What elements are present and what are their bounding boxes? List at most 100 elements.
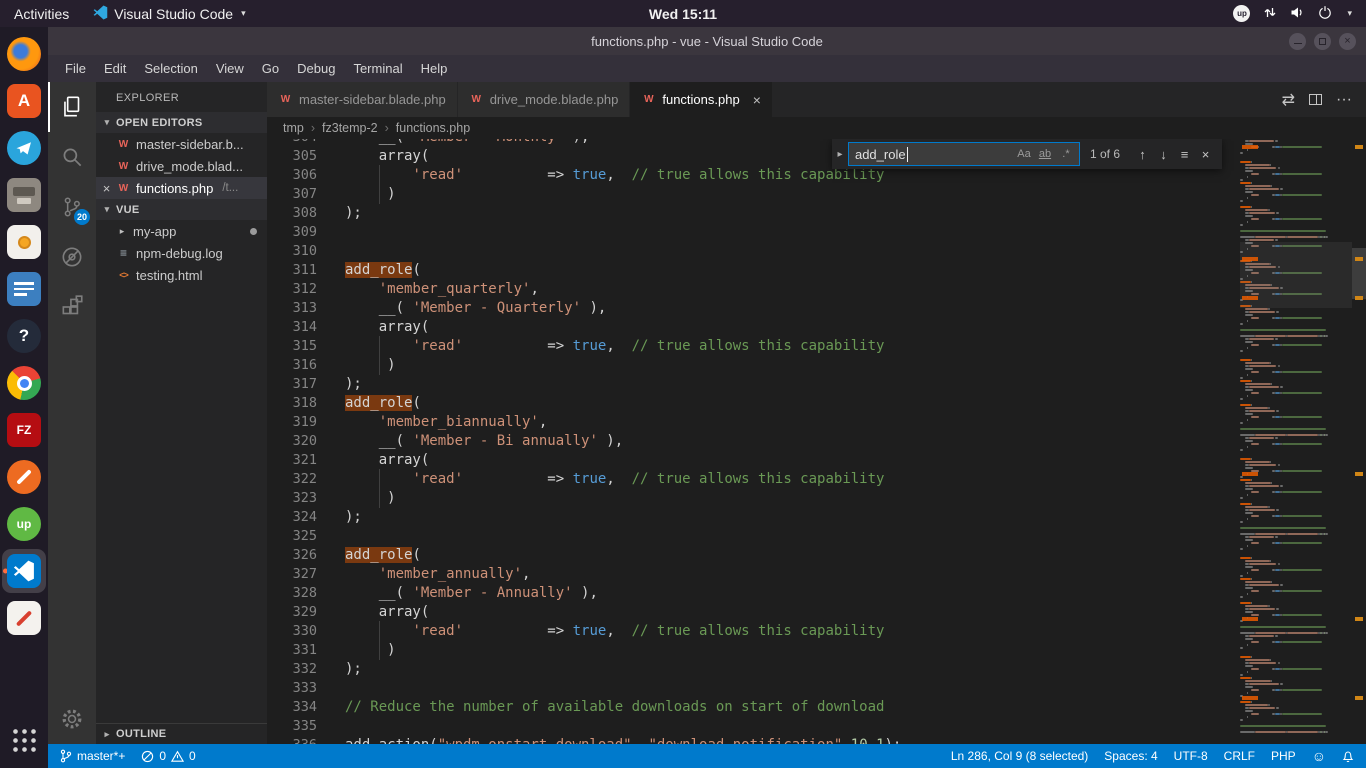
menu-file[interactable]: File: [56, 57, 95, 80]
app-menu-button[interactable]: Visual Studio Code ▾: [83, 0, 255, 27]
dock-filezilla[interactable]: FZ: [2, 408, 46, 452]
dock-camera[interactable]: [2, 220, 46, 264]
code-line[interactable]: 316 ): [267, 355, 1236, 374]
code-line[interactable]: 317);: [267, 374, 1236, 393]
close-icon[interactable]: ×: [99, 181, 114, 196]
menu-selection[interactable]: Selection: [135, 57, 206, 80]
code-line[interactable]: 327 'member_annually',: [267, 564, 1236, 583]
menu-help[interactable]: Help: [412, 57, 457, 80]
code-line[interactable]: 325: [267, 526, 1236, 545]
dock-annotator[interactable]: [2, 596, 46, 640]
dock-printer[interactable]: [2, 173, 46, 217]
tab-drive_mode.blade.php[interactable]: Wdrive_mode.blade.php: [458, 82, 631, 117]
problems-status[interactable]: 0 0: [133, 744, 203, 768]
indentation[interactable]: Spaces: 4: [1096, 744, 1165, 768]
menu-terminal[interactable]: Terminal: [344, 57, 411, 80]
notifications-bell-icon[interactable]: [1334, 744, 1362, 768]
find-input[interactable]: add_role Aa ab .*: [848, 142, 1080, 166]
tray-chevron-icon[interactable]: ▾: [1347, 8, 1352, 19]
menu-view[interactable]: View: [207, 57, 253, 80]
eol[interactable]: CRLF: [1216, 744, 1263, 768]
code-line[interactable]: 329 array(: [267, 602, 1236, 621]
activities-button[interactable]: Activities: [0, 0, 83, 27]
menu-edit[interactable]: Edit: [95, 57, 135, 80]
next-match-button[interactable]: ↓: [1153, 143, 1174, 165]
volume-icon[interactable]: [1290, 6, 1305, 22]
code-line[interactable]: 320 __( 'Member - Bi annually' ),: [267, 431, 1236, 450]
code-line[interactable]: 309: [267, 222, 1236, 241]
dock-upwork[interactable]: up: [2, 502, 46, 546]
power-icon[interactable]: [1318, 5, 1332, 22]
code-line[interactable]: 314 array(: [267, 317, 1236, 336]
menu-go[interactable]: Go: [253, 57, 288, 80]
find-in-selection-button[interactable]: ≡: [1174, 143, 1195, 165]
scrollbar-thumb[interactable]: [1352, 248, 1366, 299]
tree-item-npm-debug.log[interactable]: ≡npm-debug.log: [96, 242, 267, 264]
code-line[interactable]: 307 ): [267, 184, 1236, 203]
code-line[interactable]: 330 'read' => true, // true allows this …: [267, 621, 1236, 640]
network-icon[interactable]: [1263, 6, 1277, 22]
maximize-button[interactable]: [1314, 33, 1331, 50]
outline-section-header[interactable]: ▸ OUTLINE: [96, 723, 267, 744]
close-tab-icon[interactable]: ×: [753, 92, 761, 108]
source-control-activity-icon[interactable]: 20: [48, 182, 96, 232]
minimize-button[interactable]: [1289, 33, 1306, 50]
menu-debug[interactable]: Debug: [288, 57, 344, 80]
code-line[interactable]: 332);: [267, 659, 1236, 678]
code-line[interactable]: 335: [267, 716, 1236, 735]
folder-section-header[interactable]: ▾ VUE: [96, 199, 267, 220]
feedback-smiley-icon[interactable]: ☺: [1304, 744, 1334, 768]
code-line[interactable]: 321 array(: [267, 450, 1236, 469]
code-line[interactable]: 333: [267, 678, 1236, 697]
code-line[interactable]: 311add_role(: [267, 260, 1236, 279]
code-line[interactable]: 324);: [267, 507, 1236, 526]
code-line[interactable]: 318add_role(: [267, 393, 1236, 412]
dock-tools[interactable]: [2, 455, 46, 499]
toggle-replace-icon[interactable]: ▸: [832, 149, 848, 160]
match-case-toggle[interactable]: Aa: [1014, 144, 1034, 164]
close-find-button[interactable]: ×: [1195, 143, 1216, 165]
whole-word-toggle[interactable]: ab: [1035, 144, 1055, 164]
open-editors-header[interactable]: ▾ OPEN EDITORS: [96, 112, 267, 133]
explorer-activity-icon[interactable]: [48, 82, 96, 132]
git-branch-status[interactable]: master*+: [52, 744, 133, 768]
tree-item-my-app[interactable]: ▸my-app: [96, 220, 267, 242]
dock-help[interactable]: ?: [2, 314, 46, 358]
breadcrumb-item[interactable]: functions.php: [396, 121, 470, 135]
split-editor-icon[interactable]: [1309, 94, 1322, 105]
regex-toggle[interactable]: .*: [1056, 144, 1076, 164]
search-activity-icon[interactable]: [48, 132, 96, 182]
upwork-tray-icon[interactable]: up: [1233, 5, 1250, 22]
code-line[interactable]: 322 'read' => true, // true allows this …: [267, 469, 1236, 488]
code-line[interactable]: 319 'member_biannually',: [267, 412, 1236, 431]
cursor-position[interactable]: Ln 286, Col 9 (8 selected): [943, 744, 1096, 768]
code-line[interactable]: 331 ): [267, 640, 1236, 659]
open-editor-item[interactable]: ×Wfunctions.php/t...: [96, 177, 267, 199]
manage-gear-icon[interactable]: [48, 694, 96, 744]
dock-show-apps[interactable]: [2, 718, 46, 762]
encoding[interactable]: UTF-8: [1166, 744, 1216, 768]
open-changes-icon[interactable]: ⇄: [1282, 90, 1295, 110]
code-line[interactable]: 328 __( 'Member - Annually' ),: [267, 583, 1236, 602]
editor-content[interactable]: 304 __( 'Member - Monthly' ),305 array(3…: [267, 139, 1366, 744]
code-line[interactable]: 312 'member_quarterly',: [267, 279, 1236, 298]
more-actions-icon[interactable]: ···: [1336, 91, 1352, 109]
previous-match-button[interactable]: ↑: [1132, 143, 1153, 165]
tree-item-testing.html[interactable]: <>testing.html: [96, 264, 267, 286]
dock-chrome[interactable]: [2, 361, 46, 405]
breadcrumb-item[interactable]: tmp: [283, 121, 304, 135]
dock-ubuntu-software[interactable]: A: [2, 79, 46, 123]
open-editor-item[interactable]: Wdrive_mode.blad...: [96, 155, 267, 177]
overview-ruler[interactable]: [1352, 139, 1366, 744]
debug-activity-icon[interactable]: [48, 232, 96, 282]
open-editor-item[interactable]: Wmaster-sidebar.b...: [96, 133, 267, 155]
tab-functions.php[interactable]: Wfunctions.php×: [630, 82, 773, 117]
dock-vscode[interactable]: [2, 549, 46, 593]
breadcrumb-item[interactable]: fz3temp-2: [322, 121, 378, 135]
extensions-activity-icon[interactable]: [48, 282, 96, 332]
dock-writer[interactable]: [2, 267, 46, 311]
language-mode[interactable]: PHP: [1263, 744, 1304, 768]
title-bar[interactable]: functions.php - vue - Visual Studio Code…: [48, 27, 1366, 55]
code-line[interactable]: 326add_role(: [267, 545, 1236, 564]
code-line[interactable]: 310: [267, 241, 1236, 260]
